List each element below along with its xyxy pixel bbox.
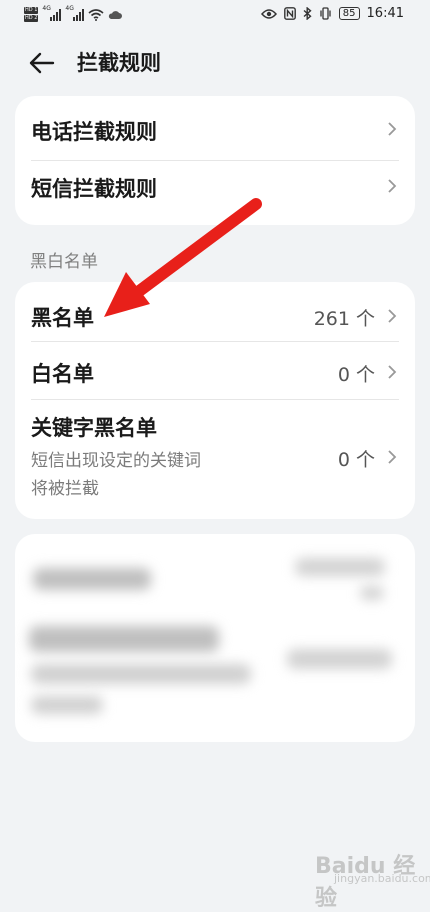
rules-card: 电话拦截规则 短信拦截规则 [15, 96, 415, 225]
sim-1-badge: HD 1 [24, 7, 39, 14]
back-arrow-icon[interactable] [26, 49, 58, 77]
status-time: 16:41 [366, 6, 404, 21]
app-bar: 拦截规则 [0, 38, 430, 88]
chevron-right-icon [388, 122, 397, 136]
item-label: 电话拦截规则 [31, 120, 157, 144]
cloud-icon [109, 10, 123, 19]
status-bar: HD 1 HD 2 4G 4G 85 16:41 [0, 0, 430, 32]
lists-card: 黑名单 261 个 白名单 0 个 关键字黑名单 短信出现设定的关键词 将被拦截… [15, 282, 415, 519]
bluetooth-icon [303, 7, 312, 20]
status-left: HD 1 HD 2 4G 4G [24, 5, 123, 22]
whitelist-label: 白名单 [31, 362, 94, 386]
blacklist-item[interactable]: 黑名单 261 个 [15, 282, 415, 341]
vibrate-icon [320, 7, 331, 20]
status-right: 85 16:41 [260, 6, 404, 21]
blurred-text [31, 664, 251, 684]
blurred-text [287, 649, 392, 669]
blacklist-count: 261 个 [313, 308, 375, 330]
blurred-text [31, 696, 103, 714]
chevron-right-icon [388, 309, 397, 323]
sim-badges: HD 1 HD 2 [24, 7, 39, 22]
blurred-settings-card [15, 534, 415, 742]
chevron-right-icon [388, 450, 397, 464]
chevron-right-icon [388, 365, 397, 379]
keyword-blacklist-description: 短信出现设定的关键词 将被拦截 [31, 451, 201, 499]
signal-1-icon: 4G [42, 5, 62, 21]
keyword-blacklist-item[interactable]: 关键字黑名单 短信出现设定的关键词 将被拦截 0 个 [15, 400, 415, 519]
battery-level: 85 [342, 7, 356, 19]
blurred-text [33, 568, 151, 590]
chevron-right-icon [388, 179, 397, 193]
blacklist-label: 黑名单 [31, 306, 94, 330]
keyword-blacklist-label: 关键字黑名单 [31, 416, 157, 440]
blurred-text [295, 558, 385, 576]
blurred-text [29, 626, 219, 652]
page-title: 拦截规则 [77, 51, 161, 75]
baidu-watermark-url: jingyan.baidu.com [334, 872, 430, 885]
sms-interception-rules-item[interactable]: 短信拦截规则 [15, 161, 415, 225]
sim-2-badge: HD 2 [24, 15, 39, 22]
item-label: 短信拦截规则 [31, 177, 157, 201]
whitelist-count: 0 个 [337, 364, 375, 386]
call-interception-rules-item[interactable]: 电话拦截规则 [15, 96, 415, 160]
blurred-text [360, 586, 384, 600]
whitelist-item[interactable]: 白名单 0 个 [15, 342, 415, 399]
signal-2-icon: 4G [65, 5, 85, 21]
battery-icon: 85 [338, 7, 360, 20]
eye-icon [260, 8, 277, 19]
keyword-blacklist-count: 0 个 [337, 449, 375, 471]
section-title-black-white-list: 黑白名单 [30, 252, 98, 272]
nfc-icon [283, 7, 296, 20]
wifi-icon [88, 8, 104, 21]
